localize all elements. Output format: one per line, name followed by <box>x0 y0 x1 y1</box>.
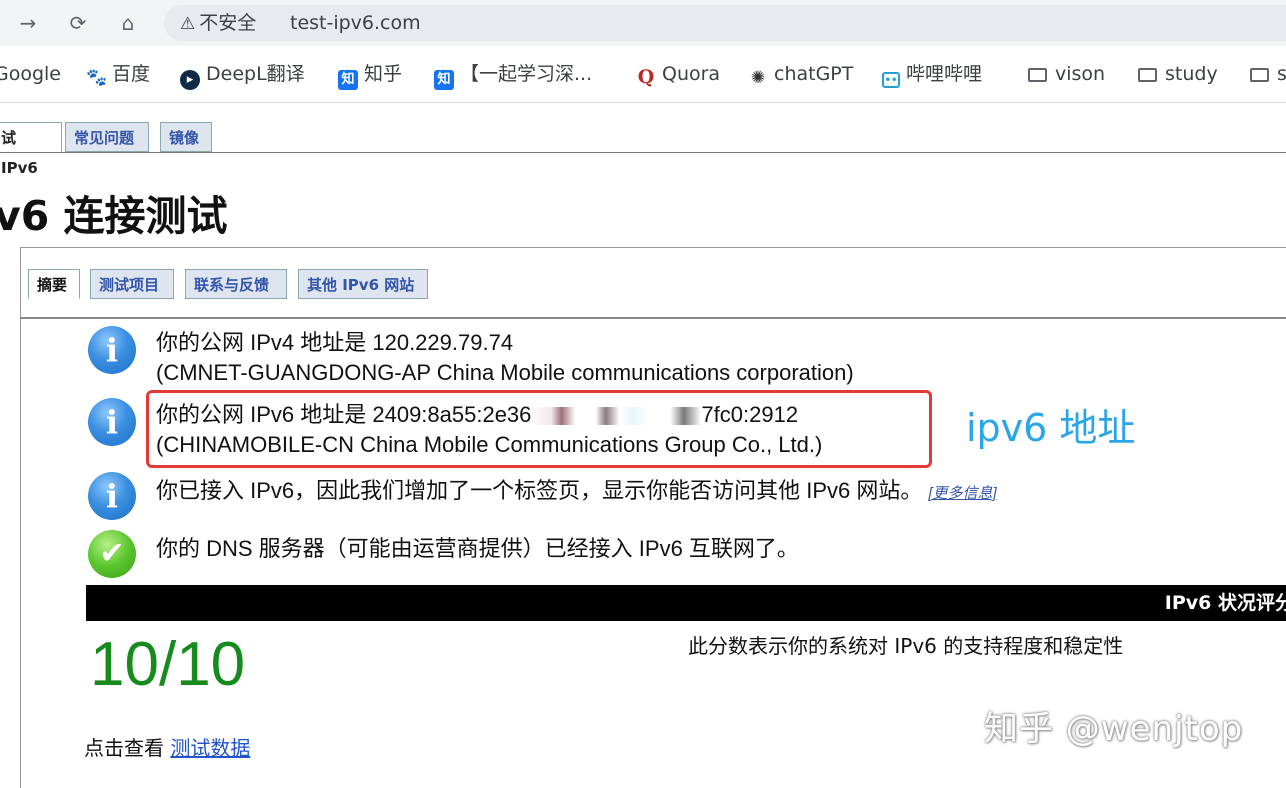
browser-toolbar: → ⟳ ⌂ ⚠ 不安全 test-ipv6.com <box>0 0 1286 46</box>
tab-faq[interactable]: 常见问题 <box>65 122 149 152</box>
score-header: IPv6 状况评分 <box>86 585 1286 621</box>
folder-icon <box>1028 68 1047 82</box>
bookmark-deepl[interactable]: ▸ DeepL翻译 <box>180 61 305 90</box>
score-header-label: IPv6 状况评分 <box>1164 592 1286 614</box>
forward-icon[interactable]: → <box>14 9 42 37</box>
ipv6-annotation: ipv6 地址 <box>966 406 1136 450</box>
tab-mirrors[interactable]: 镜像 <box>160 122 212 152</box>
details-line: 点击查看 测试数据 <box>84 736 251 760</box>
ipv6-score: 10/10 <box>90 630 246 699</box>
bookmark-zhihu[interactable]: 知知乎 <box>338 61 402 90</box>
bookmark-quora[interactable]: Q Quora <box>636 61 720 87</box>
bookmark-zhihu-article[interactable]: 知【一起学习深... <box>434 61 592 90</box>
security-chip[interactable]: ⚠ 不安全 <box>176 11 264 35</box>
quora-icon: Q <box>637 66 655 88</box>
tab-added-text: 你已接入 IPv6，因此我们增加了一个标签页，显示你能否访问其他 IPv6 网站… <box>156 478 997 503</box>
folder-icon <box>1250 68 1269 82</box>
bilibili-icon: •• <box>882 72 900 88</box>
deepl-icon: ▸ <box>180 70 200 90</box>
bookmark-folder-vison[interactable]: vison <box>1028 61 1105 87</box>
bookmark-bilibili[interactable]: •• 哔哩哔哩 <box>882 61 982 88</box>
zhihu-icon: 知 <box>338 70 358 90</box>
test-data-link[interactable]: 测试数据 <box>170 736 250 760</box>
home-icon[interactable]: ⌂ <box>114 9 142 37</box>
tab-tests[interactable]: 测试项目 <box>90 269 174 299</box>
ipv4-address-text: 你的公网 IPv4 地址是 120.229.79.74 <box>156 330 514 355</box>
tab-contact[interactable]: 联系与反馈 <box>185 269 287 299</box>
checkmark-icon: ✔ <box>88 530 136 578</box>
more-info-link[interactable]: [更多信息] <box>928 485 996 502</box>
bookmarks-bar: Google 🐾 百度 ▸ DeepL翻译 知知乎 知【一起学习深... Q Quor… <box>0 46 1286 103</box>
info-icon: i <box>88 398 136 446</box>
tab-test-ipv6[interactable]: 试 IPv6 <box>0 122 62 177</box>
tab-other-sites[interactable]: 其他 IPv6 网站 <box>298 269 428 299</box>
url-text[interactable]: test-ipv6.com <box>290 11 421 35</box>
bookmark-chatgpt[interactable]: ✺ chatGPT <box>748 61 854 88</box>
warning-icon: ⚠ <box>180 14 196 34</box>
bookmark-baidu[interactable]: 🐾 百度 <box>86 61 150 88</box>
ipv6-highlight-box <box>146 390 932 468</box>
dns-status-text: 你的 DNS 服务器（可能由运营商提供）已经接入 IPv6 互联网了。 <box>156 536 799 561</box>
bookmark-folder-study[interactable]: study <box>1138 61 1218 87</box>
folder-icon <box>1138 68 1157 82</box>
address-bar[interactable]: ⚠ 不安全 test-ipv6.com <box>164 5 1286 41</box>
tab-divider <box>0 152 1286 153</box>
bookmark-folder-s[interactable]: s <box>1250 61 1286 87</box>
info-icon: i <box>88 472 136 520</box>
tab-summary[interactable]: 摘要 <box>28 269 80 299</box>
zhihu-icon: 知 <box>434 70 454 90</box>
info-icon: i <box>88 326 136 374</box>
watermark: 知乎 @wenjtop <box>984 709 1244 749</box>
security-label: 不安全 <box>199 12 257 34</box>
bookmark-google[interactable]: Google <box>0 61 61 87</box>
panel-divider <box>20 317 1286 319</box>
openai-icon: ✺ <box>750 68 766 88</box>
baidu-paw-icon: 🐾 <box>86 68 108 88</box>
reload-icon[interactable]: ⟳ <box>64 9 92 37</box>
page-title: v6 连接测试 <box>0 192 228 240</box>
ipv4-isp-text: (CMNET-GUANGDONG-AP China Mobile communi… <box>156 360 854 385</box>
score-description: 此分数表示你的系统对 IPv6 的支持程度和稳定性 <box>688 634 1124 658</box>
